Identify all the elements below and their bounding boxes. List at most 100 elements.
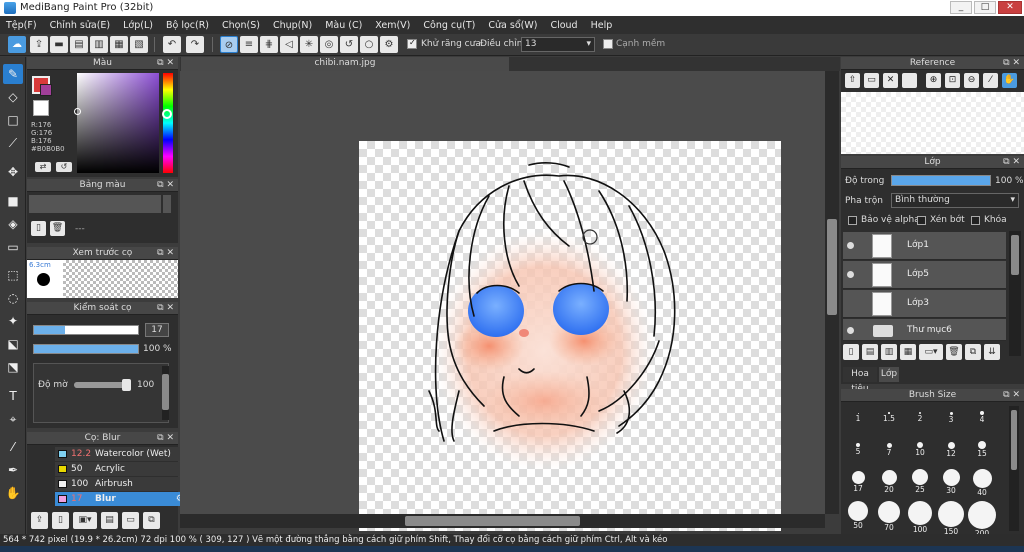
- menu-snap[interactable]: Chụp(N): [273, 20, 312, 31]
- magic-wand-icon[interactable]: ✦: [3, 311, 23, 331]
- menu-filter[interactable]: Bộ lọc(R): [166, 20, 209, 31]
- circle-snap-icon[interactable]: ◎: [320, 36, 338, 53]
- brush-size-option[interactable]: 15: [968, 437, 996, 465]
- layer-menu-icon[interactable]: ▭▾: [919, 344, 943, 360]
- eyedropper-icon[interactable]: ⁄: [983, 73, 998, 88]
- brush-settings-icon[interactable]: ▤: [101, 512, 118, 529]
- new-palette-icon[interactable]: ▯: [31, 221, 46, 236]
- reset-color-icon[interactable]: ↺: [56, 162, 72, 172]
- brush-size-option[interactable]: 17: [844, 469, 872, 497]
- hue-handle[interactable]: [162, 109, 172, 119]
- close-icon[interactable]: ⧉ ✕: [1003, 156, 1020, 168]
- layer-folder-row[interactable]: Thư mục6: [843, 319, 1006, 341]
- close-button[interactable]: ✕: [998, 1, 1022, 14]
- gear-icon[interactable]: ⚙: [380, 36, 398, 53]
- undo-icon[interactable]: ↶: [163, 36, 181, 53]
- share-icon[interactable]: ⇪: [30, 36, 48, 53]
- select-pen-icon[interactable]: ⬕: [3, 334, 23, 354]
- close-reference-icon[interactable]: ✕: [883, 73, 898, 88]
- operation-tool-icon[interactable]: ⌖: [3, 409, 23, 429]
- brush-size-option[interactable]: 3: [937, 405, 965, 433]
- maximize-button[interactable]: □: [974, 1, 996, 14]
- gradient-tool-icon[interactable]: ▭: [3, 237, 23, 257]
- brush-size-option[interactable]: 12: [937, 437, 965, 465]
- grid-page-icon[interactable]: ▦: [110, 36, 128, 53]
- reference-canvas[interactable]: [841, 92, 1024, 154]
- trash-icon[interactable]: 🗑: [946, 344, 962, 360]
- layer-row[interactable]: Lớp5: [843, 261, 1006, 289]
- close-icon[interactable]: ⧉ ✕: [157, 247, 174, 259]
- document-icon[interactable]: ▤: [70, 36, 88, 53]
- cloud-icon[interactable]: ☁: [8, 36, 26, 53]
- blend-mode-dropdown[interactable]: Bình thường ▾: [891, 193, 1019, 208]
- brush-size-option[interactable]: 30: [937, 469, 965, 497]
- copy-icon[interactable]: ⧉: [143, 512, 160, 529]
- brush-tool-icon[interactable]: ✎: [3, 64, 23, 84]
- layer-row[interactable]: Lớp3: [843, 290, 1006, 318]
- upload-icon[interactable]: ⇧: [845, 73, 860, 88]
- blur-slider[interactable]: [74, 382, 128, 388]
- color-picker-handle[interactable]: [74, 108, 81, 115]
- folder-open-icon[interactable]: ▭: [864, 73, 879, 88]
- brush-size-option[interactable]: 100: [906, 501, 934, 534]
- snap-off-icon[interactable]: ⊘: [220, 36, 238, 53]
- brush-size-option[interactable]: 5: [844, 437, 872, 465]
- hue-slider[interactable]: [163, 73, 173, 173]
- zoom-out-icon[interactable]: ⊖: [964, 73, 979, 88]
- menu-layer[interactable]: Lớp(L): [123, 20, 153, 31]
- select-eraser-icon[interactable]: ⬔: [3, 357, 23, 377]
- brush-size-option[interactable]: 25: [906, 469, 934, 497]
- menu-tools[interactable]: Công cụ(T): [423, 20, 475, 31]
- palette-swatches[interactable]: [29, 195, 161, 213]
- brush-item-airbrush[interactable]: 100 Airbrush: [55, 477, 187, 491]
- brush-size-option[interactable]: 20: [875, 469, 903, 497]
- eraser-tool-icon[interactable]: ◇: [3, 87, 23, 107]
- brush-item-watercolor[interactable]: 12.2 Watercolor (Wet): [55, 447, 187, 461]
- brush-size-value[interactable]: 17: [145, 323, 169, 337]
- cloud-brush-icon[interactable]: ⇪: [31, 512, 48, 529]
- clip-checkbox[interactable]: [917, 216, 926, 225]
- brush-size-option[interactable]: 1.5: [875, 405, 903, 433]
- new-layer-icon[interactable]: ▯: [843, 344, 859, 360]
- menu-cloud[interactable]: Cloud: [550, 20, 577, 31]
- blank-icon[interactable]: [902, 73, 917, 88]
- soft-edge-checkbox[interactable]: [603, 39, 613, 49]
- close-icon[interactable]: ⧉ ✕: [157, 302, 174, 314]
- redo-icon[interactable]: ↷: [186, 36, 204, 53]
- menu-color[interactable]: Màu (C): [325, 20, 362, 31]
- lock-checkbox[interactable]: [971, 216, 980, 225]
- antialias-checkbox[interactable]: [407, 38, 417, 49]
- brush-options-scrollbar[interactable]: [162, 366, 169, 420]
- brush-size-option[interactable]: 2: [906, 405, 934, 433]
- layer-opacity-slider[interactable]: [891, 175, 991, 186]
- hand-icon[interactable]: ✋: [1002, 73, 1017, 88]
- brush-size-option[interactable]: 10: [906, 437, 934, 465]
- menu-window[interactable]: Cửa sổ(W): [488, 20, 537, 31]
- hand-tool-icon[interactable]: ✋: [3, 483, 23, 503]
- saturation-value-picker[interactable]: [77, 73, 159, 173]
- tab-navigator[interactable]: Hoa tiêu: [843, 367, 877, 394]
- brush-size-option[interactable]: 4: [968, 405, 996, 433]
- menu-select[interactable]: Chọn(S): [222, 20, 260, 31]
- eye-icon[interactable]: [847, 327, 854, 334]
- move-tool-icon[interactable]: ✥: [3, 162, 23, 182]
- brush-size-slider[interactable]: [33, 325, 139, 335]
- zoom-in-icon[interactable]: ⊕: [926, 73, 941, 88]
- cross-snap-icon[interactable]: ⋕: [260, 36, 278, 53]
- blur-slider-handle[interactable]: [122, 379, 131, 391]
- close-icon[interactable]: ⧉ ✕: [1003, 57, 1020, 69]
- menu-edit[interactable]: Chỉnh sửa(E): [50, 20, 111, 31]
- text-tool-icon[interactable]: T: [3, 386, 23, 406]
- brush-size-option[interactable]: 7: [875, 437, 903, 465]
- document-tab[interactable]: chibi.nam.jpg: [181, 57, 509, 71]
- brush-item-blur[interactable]: 17Blur⚙: [55, 492, 187, 506]
- comment-icon[interactable]: ▬: [50, 36, 68, 53]
- menu-file[interactable]: Tệp(F): [6, 20, 37, 31]
- new-layer-8bit-icon[interactable]: ▤: [862, 344, 878, 360]
- fill-rect-tool-icon[interactable]: ■: [3, 191, 23, 211]
- duplicate-layer-icon[interactable]: ⧉: [965, 344, 981, 360]
- brush-size-option[interactable]: 1: [844, 405, 872, 433]
- lasso-tool-icon[interactable]: ◌: [3, 288, 23, 308]
- fit-icon[interactable]: ⊡: [945, 73, 960, 88]
- brush-size-option[interactable]: 70: [875, 501, 903, 532]
